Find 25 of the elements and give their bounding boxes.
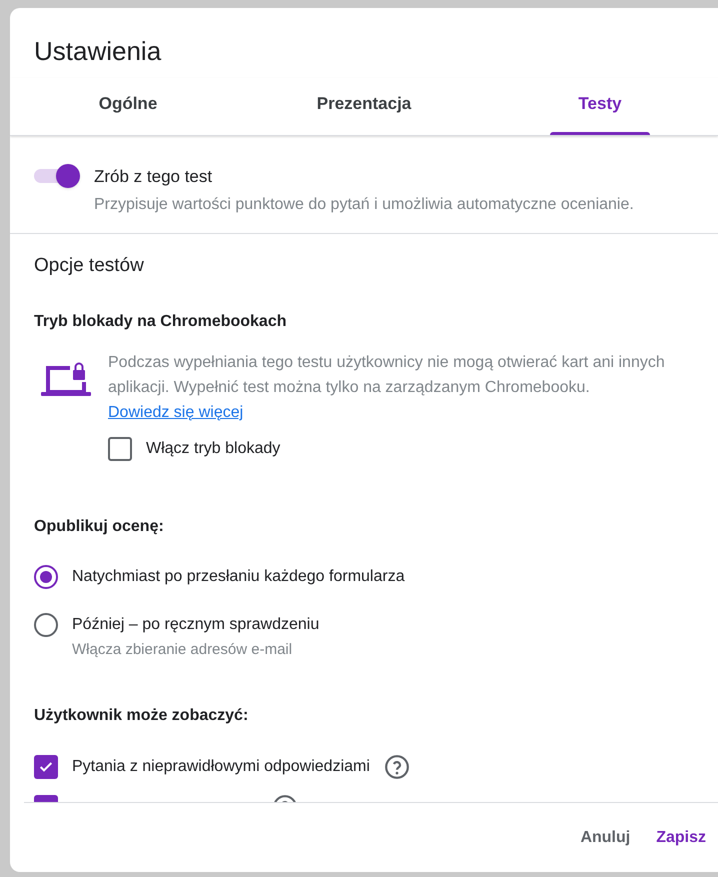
toggle-switch[interactable] — [34, 164, 80, 188]
radio-hint: Włącza zbieranie adresów e-mail — [72, 640, 294, 660]
radio-label: Natychmiast po przesłaniu każdego formularza — [72, 567, 405, 587]
tab[interactable]: Ogólne — [10, 78, 246, 135]
tab[interactable]: Testy — [482, 78, 718, 135]
lockdown-heading: Tryb blokady na Chromebookach — [34, 312, 288, 332]
radio-label: Później – po ręcznym sprawdzeniu — [72, 615, 320, 635]
release-grade-heading: Opublikuj ocenę: — [34, 517, 165, 537]
save-button[interactable]: Zapisz — [648, 820, 714, 856]
lockdown-description: Podczas wypełniania tego testu użytkownicy nie mogą otwierać kart ani innych aplikacji. Wypełnić test można tylko na zarządzanym Chromebooku. — [108, 353, 666, 398]
checkbox[interactable] — [34, 754, 58, 778]
radio-button[interactable] — [34, 613, 58, 637]
checkbox-label: Pytania z nieprawidłowymi odpowiedziami — [72, 756, 370, 776]
tab[interactable]: Prezentacja — [246, 78, 482, 135]
visibility-heading: Użytkownik może zobaczyć: — [34, 706, 250, 726]
checkbox[interactable] — [108, 437, 132, 461]
help-icon[interactable] — [384, 754, 410, 780]
toggle-description: Przypisuje wartości punktowe do pytań i umożliwia automatyczne ocenianie. — [94, 194, 634, 214]
cancel-button[interactable]: Anuluj — [572, 820, 638, 856]
learn-more-link[interactable]: Dowiedz się więcej — [108, 400, 244, 425]
radio-button[interactable] — [34, 565, 58, 589]
toggle-label: Zrób z tego test — [94, 166, 214, 188]
section-title: Opcje testów — [34, 254, 145, 278]
checkbox-label: Włącz tryb blokady — [146, 439, 280, 459]
dialog-title: Ustawienia — [34, 35, 162, 68]
